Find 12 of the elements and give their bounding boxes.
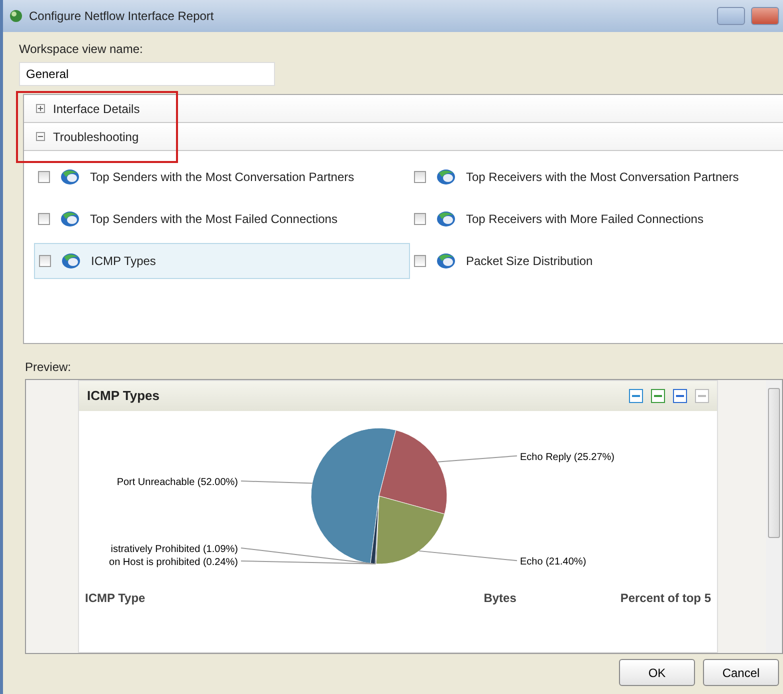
preview-label: Preview: [25, 359, 72, 376]
slice-label: istratively Prohibited (1.09%) [110, 544, 238, 555]
field-label: Workspace view name: [19, 41, 144, 58]
slice-label: Echo Reply (25.27%) [520, 452, 614, 463]
slice-label: on Host is prohibited (0.24%) [109, 557, 238, 568]
column-header: ICMP Type [85, 590, 146, 607]
slice-label: Echo (21.40%) [520, 556, 586, 568]
column-header: Percent of top 5 [619, 590, 711, 607]
column-header: Bytes [484, 590, 518, 607]
widget-header: ICMP Types [79, 381, 717, 411]
window-title: Configure Netflow Interface Report [29, 8, 214, 25]
slice-label: Port Unreachable (52.00%) [116, 477, 238, 488]
